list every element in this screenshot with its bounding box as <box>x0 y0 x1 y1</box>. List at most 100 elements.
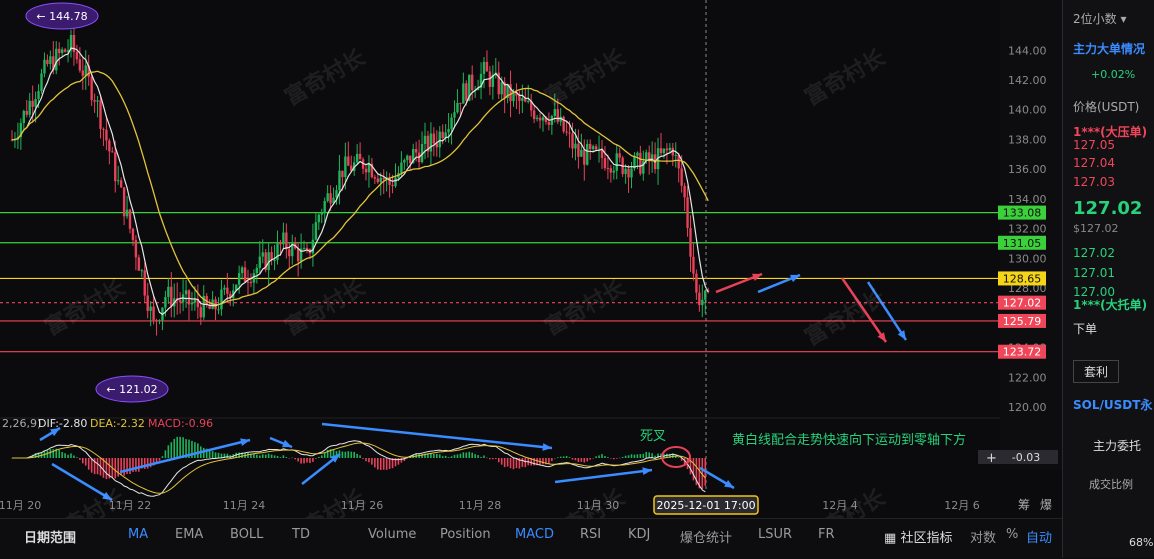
macd-histogram-bar <box>430 453 432 458</box>
macd-histogram-bar <box>208 450 211 458</box>
candle-body <box>28 100 31 115</box>
macd-histogram-bar <box>456 454 459 458</box>
macd-histogram-bar <box>515 458 518 469</box>
arbitrage-button[interactable]: 套利 <box>1073 360 1120 383</box>
macd-histogram-bar <box>577 458 580 463</box>
macd-histogram-bar <box>495 458 497 460</box>
macd-histogram-bar <box>438 454 441 458</box>
percent-scale-button[interactable]: % <box>1006 527 1018 542</box>
lsur-button[interactable]: LSUR <box>758 527 792 542</box>
community-indicators-button[interactable]: ▦ 社区指标 <box>884 527 952 546</box>
macd-histogram-bar <box>362 458 364 459</box>
ema-button[interactable]: EMA <box>175 527 203 542</box>
candle-body <box>527 101 530 103</box>
ma-slow-line <box>11 70 709 306</box>
pair-label[interactable]: SOL/USDT永 <box>1073 396 1152 413</box>
candle-body <box>105 129 108 141</box>
boll-button[interactable]: BOLL <box>230 527 263 542</box>
macd-histogram-bar <box>465 452 468 458</box>
candle-body <box>282 232 285 245</box>
candle-body <box>429 133 433 152</box>
candle-body <box>22 110 25 124</box>
macd-histogram-bar <box>636 454 639 458</box>
macd-histogram-bar <box>270 454 273 458</box>
price-chart[interactable]: 144.00 142.00 140.00 138.00 136.00 134.00 132.… <box>0 0 1062 518</box>
candle-body <box>391 184 394 187</box>
fr-button[interactable]: FR <box>818 527 835 542</box>
candle-body <box>75 52 79 60</box>
macd-histogram-bar <box>197 443 199 458</box>
macd-histogram-bar <box>61 452 63 458</box>
candle-body <box>376 178 379 183</box>
candle-body <box>344 156 347 178</box>
macd-button[interactable]: MACD <box>515 527 554 542</box>
macd-histogram-bar <box>692 458 695 481</box>
macd-histogram-bar <box>161 456 164 458</box>
ask-price[interactable]: 127.03 <box>1073 175 1115 189</box>
rsi-button[interactable]: RSI <box>580 527 601 542</box>
ma-button[interactable]: MA <box>128 527 148 542</box>
ask-price[interactable]: 127.05 <box>1073 138 1115 152</box>
macd-histogram-bar <box>607 457 609 458</box>
ask-price[interactable]: 127.04 <box>1073 156 1115 170</box>
candle-body <box>450 117 453 129</box>
td-button[interactable]: TD <box>292 527 310 542</box>
liquidation-stats-button[interactable]: 爆仓统计 <box>680 527 732 546</box>
candle-body <box>302 247 306 249</box>
macd-histogram-bar <box>521 458 524 467</box>
x-tick-label: 11月 20 <box>0 499 41 512</box>
y-tick-label: 134.00 <box>1008 193 1047 206</box>
auto-scale-button[interactable]: 自动 <box>1026 527 1052 546</box>
macd-histogram-bar <box>509 458 512 469</box>
candle-body <box>164 296 167 308</box>
log-scale-button[interactable]: 对数 <box>970 527 996 546</box>
bid-price[interactable]: 127.01 <box>1073 266 1115 280</box>
macd-histogram-bar <box>436 453 438 458</box>
candle-body <box>226 287 229 294</box>
candle-body <box>55 48 58 71</box>
candle-body <box>117 180 120 182</box>
candle-body <box>347 156 350 166</box>
decimals-label: 2位小数 <box>1073 12 1117 26</box>
candle-body <box>60 49 64 54</box>
change-percent: +0.02% <box>1091 68 1136 81</box>
x-tick-label: 11月 28 <box>459 499 502 512</box>
candle-body <box>220 289 223 310</box>
position-button[interactable]: Position <box>440 527 491 542</box>
decimals-select[interactable]: 2位小数 ▾ <box>1073 10 1127 27</box>
candle-body <box>329 193 332 204</box>
macd-histogram-bar <box>267 453 270 458</box>
main-order-title: 主力委托 <box>1093 439 1142 453</box>
macd-histogram-bar <box>551 458 553 462</box>
macd-histogram-bar <box>630 454 633 458</box>
candle-body <box>568 132 571 134</box>
volume-button[interactable]: Volume <box>368 527 416 542</box>
candle-body <box>137 257 141 271</box>
macd-histogram-bar <box>194 442 196 458</box>
chevron-down-icon: ▾ <box>1120 12 1127 26</box>
candle-body <box>243 267 247 282</box>
x-tick-label: 12月 4 <box>822 499 858 512</box>
macd-histogram-bar <box>601 454 603 458</box>
macd-histogram-bar <box>642 453 645 458</box>
candle-body <box>84 65 87 76</box>
candle-body <box>532 110 536 120</box>
candle-body <box>686 197 689 229</box>
kdj-button[interactable]: KDJ <box>628 527 650 542</box>
price-level-label: 131.05 <box>1003 237 1042 250</box>
macd-histogram-bar <box>64 453 66 458</box>
macd-histogram-bar <box>256 454 258 458</box>
bid-price[interactable]: 127.02 <box>1073 246 1115 260</box>
macd-value: MACD:-0.96 <box>148 417 213 430</box>
macd-histogram-bar <box>264 454 267 458</box>
candle-body <box>482 61 486 74</box>
macd-histogram-bar <box>471 452 473 458</box>
macd-histogram-bar <box>303 458 305 464</box>
order-tab[interactable]: 下单 <box>1073 320 1097 337</box>
min-price-label: ← 121.02 <box>106 383 157 396</box>
candle-body <box>580 149 583 157</box>
big-order-title[interactable]: 主力大单情况 <box>1073 40 1145 57</box>
candle-body <box>665 148 669 151</box>
y-tick-label: 132.00 <box>1008 223 1047 236</box>
date-range-button[interactable]: 日期范围 <box>24 527 76 546</box>
